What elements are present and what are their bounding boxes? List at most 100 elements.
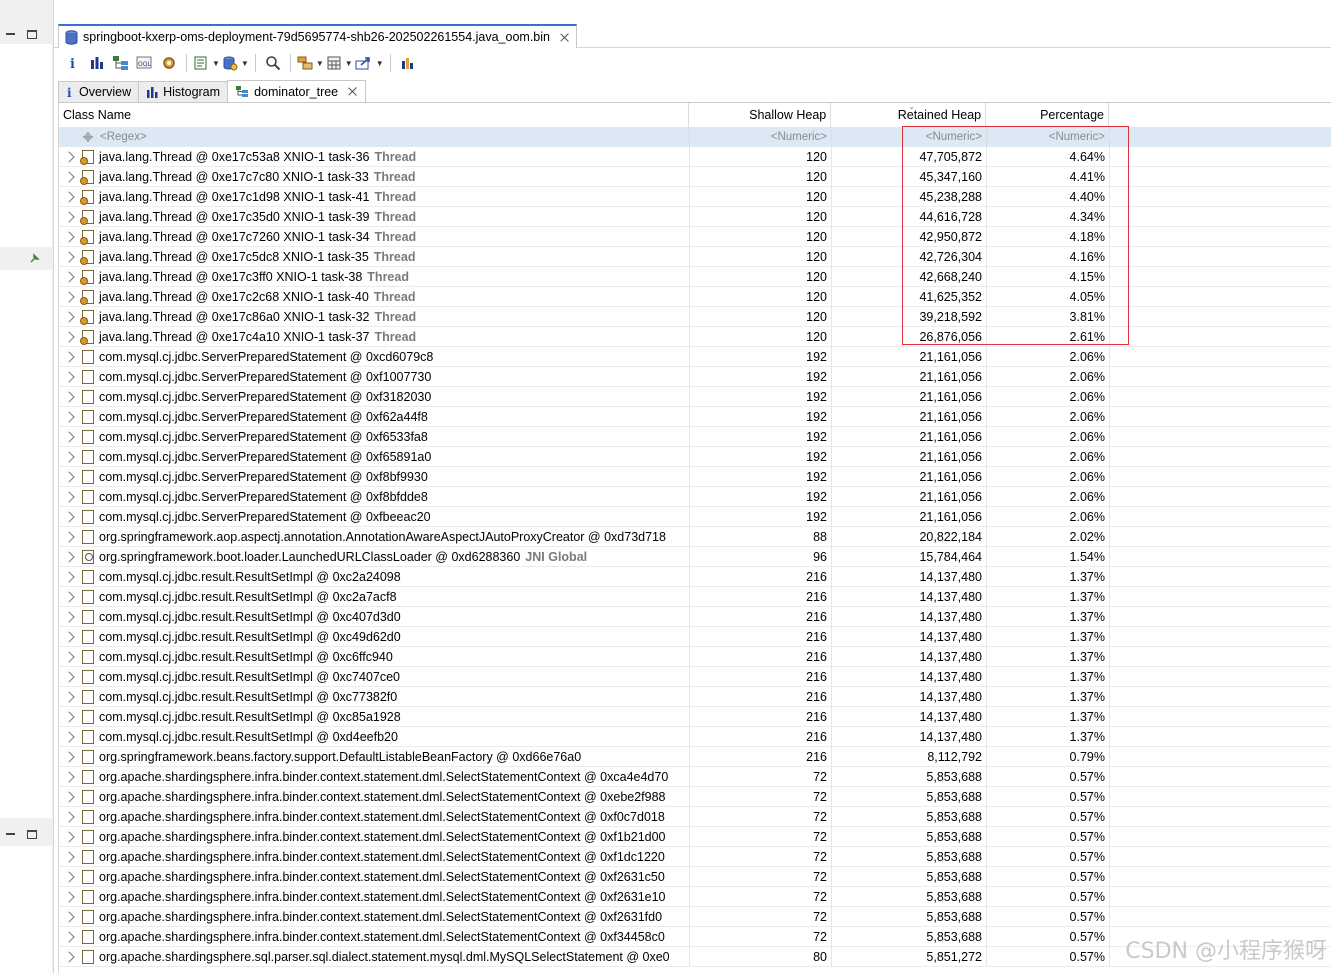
table-row[interactable]: com.mysql.cj.jdbc.result.ResultSetImpl @…	[59, 627, 1331, 647]
expand-chevron-icon[interactable]	[63, 530, 75, 543]
table-row[interactable]: java.lang.Thread @ 0xe17c53a8 XNIO-1 tas…	[59, 147, 1331, 167]
expand-chevron-icon[interactable]	[63, 710, 75, 723]
table-row[interactable]: org.apache.shardingsphere.infra.binder.c…	[59, 767, 1331, 787]
table-row[interactable]: java.lang.Thread @ 0xe17c7c80 XNIO-1 tas…	[59, 167, 1331, 187]
table-row[interactable]: com.mysql.cj.jdbc.ServerPreparedStatemen…	[59, 347, 1331, 367]
shallow-heap-filter[interactable]: <Numeric>	[690, 127, 832, 147]
column-header-retained-heap[interactable]: ⌄ Retained Heap	[831, 103, 987, 127]
thread-overview-button[interactable]	[158, 52, 180, 74]
group-by-button[interactable]: ▼	[297, 52, 324, 74]
table-row[interactable]: com.mysql.cj.jdbc.ServerPreparedStatemen…	[59, 487, 1331, 507]
table-row[interactable]: com.mysql.cj.jdbc.result.ResultSetImpl @…	[59, 727, 1331, 747]
expand-chevron-icon[interactable]	[63, 230, 75, 243]
table-row[interactable]: com.mysql.cj.jdbc.result.ResultSetImpl @…	[59, 567, 1331, 587]
dropdown-arrow-icon[interactable]: ▼	[345, 59, 353, 68]
table-row[interactable]: com.mysql.cj.jdbc.result.ResultSetImpl @…	[59, 667, 1331, 687]
expand-chevron-icon[interactable]	[63, 250, 75, 263]
table-row[interactable]: java.lang.Thread @ 0xe17c7260 XNIO-1 tas…	[59, 227, 1331, 247]
dropdown-arrow-icon[interactable]: ▼	[376, 59, 384, 68]
expand-chevron-icon[interactable]	[63, 630, 75, 643]
calculate-retained-button[interactable]: ▼	[326, 52, 353, 74]
table-row[interactable]: java.lang.Thread @ 0xe17c86a0 XNIO-1 tas…	[59, 307, 1331, 327]
table-row[interactable]: org.springframework.aop.aspectj.annotati…	[59, 527, 1331, 547]
table-row[interactable]: com.mysql.cj.jdbc.ServerPreparedStatemen…	[59, 387, 1331, 407]
expand-chevron-icon[interactable]	[63, 550, 75, 563]
dropdown-arrow-icon[interactable]: ▼	[316, 59, 324, 68]
table-row[interactable]: com.mysql.cj.jdbc.ServerPreparedStatemen…	[59, 407, 1331, 427]
search-button[interactable]	[262, 52, 284, 74]
table-row[interactable]: com.mysql.cj.jdbc.result.ResultSetImpl @…	[59, 687, 1331, 707]
run-report-button[interactable]: ▼	[193, 52, 220, 74]
expand-chevron-icon[interactable]	[63, 150, 75, 163]
pin-icon[interactable]	[30, 253, 40, 263]
expand-chevron-icon[interactable]	[63, 790, 75, 803]
table-row[interactable]: java.lang.Thread @ 0xe17c3ff0 XNIO-1 tas…	[59, 267, 1331, 287]
table-row[interactable]: com.mysql.cj.jdbc.result.ResultSetImpl @…	[59, 647, 1331, 667]
histogram-button[interactable]	[86, 52, 108, 74]
expand-chevron-icon[interactable]	[63, 310, 75, 323]
table-row[interactable]: org.apache.shardingsphere.infra.binder.c…	[59, 887, 1331, 907]
close-icon[interactable]	[347, 86, 358, 97]
table-row[interactable]: org.apache.shardingsphere.infra.binder.c…	[59, 907, 1331, 927]
table-row[interactable]: java.lang.Thread @ 0xe17c35d0 XNIO-1 tas…	[59, 207, 1331, 227]
expand-chevron-icon[interactable]	[63, 670, 75, 683]
query-browser-button[interactable]: ▼	[222, 52, 249, 74]
heap-dump-editor-tab[interactable]: springboot-kxerp-oms-deployment-79d56957…	[58, 24, 577, 48]
table-row[interactable]: java.lang.Thread @ 0xe17c4a10 XNIO-1 tas…	[59, 327, 1331, 347]
table-row[interactable]: com.mysql.cj.jdbc.ServerPreparedStatemen…	[59, 367, 1331, 387]
expand-chevron-icon[interactable]	[63, 950, 75, 963]
expand-chevron-icon[interactable]	[63, 510, 75, 523]
percentage-filter[interactable]: <Numeric>	[987, 127, 1110, 147]
expand-chevron-icon[interactable]	[63, 730, 75, 743]
expand-chevron-icon[interactable]	[63, 750, 75, 763]
table-row[interactable]: com.mysql.cj.jdbc.result.ResultSetImpl @…	[59, 607, 1331, 627]
table-row[interactable]: java.lang.Thread @ 0xe17c5dc8 XNIO-1 tas…	[59, 247, 1331, 267]
expand-chevron-icon[interactable]	[63, 850, 75, 863]
expand-chevron-icon[interactable]	[63, 910, 75, 923]
expand-chevron-icon[interactable]	[63, 490, 75, 503]
expand-chevron-icon[interactable]	[63, 890, 75, 903]
overview-button[interactable]: i	[62, 52, 84, 74]
minimize-icon[interactable]	[6, 33, 15, 35]
expand-chevron-icon[interactable]	[63, 290, 75, 303]
expand-chevron-icon[interactable]	[63, 870, 75, 883]
table-row[interactable]: com.mysql.cj.jdbc.result.ResultSetImpl @…	[59, 707, 1331, 727]
tab-histogram[interactable]: Histogram	[138, 81, 229, 102]
expand-chevron-icon[interactable]	[63, 930, 75, 943]
expand-chevron-icon[interactable]	[63, 430, 75, 443]
minimize-icon[interactable]	[6, 833, 15, 835]
expand-chevron-icon[interactable]	[63, 830, 75, 843]
expand-chevron-icon[interactable]	[63, 470, 75, 483]
table-row[interactable]: com.mysql.cj.jdbc.ServerPreparedStatemen…	[59, 467, 1331, 487]
column-header-percentage[interactable]: Percentage	[986, 103, 1110, 127]
close-icon[interactable]	[559, 32, 570, 43]
dropdown-arrow-icon[interactable]: ▼	[212, 59, 220, 68]
column-header-shallow-heap[interactable]: Shallow Heap	[689, 103, 832, 127]
tab-dominator-tree[interactable]: dominator_tree	[227, 80, 367, 102]
tab-overview[interactable]: i Overview	[58, 81, 140, 102]
expand-chevron-icon[interactable]	[63, 190, 75, 203]
table-row[interactable]: org.apache.shardingsphere.infra.binder.c…	[59, 787, 1331, 807]
heap-dump-overview-button[interactable]	[397, 52, 419, 74]
expand-chevron-icon[interactable]	[63, 610, 75, 623]
expand-chevron-icon[interactable]	[63, 810, 75, 823]
expand-chevron-icon[interactable]	[63, 410, 75, 423]
expand-chevron-icon[interactable]	[63, 210, 75, 223]
table-row[interactable]: org.apache.shardingsphere.infra.binder.c…	[59, 827, 1331, 847]
maximize-icon[interactable]	[27, 829, 37, 839]
expand-chevron-icon[interactable]	[63, 270, 75, 283]
retained-heap-filter[interactable]: <Numeric>	[832, 127, 987, 147]
expand-chevron-icon[interactable]	[63, 370, 75, 383]
table-row[interactable]: java.lang.Thread @ 0xe17c1d98 XNIO-1 tas…	[59, 187, 1331, 207]
oql-button[interactable]: OQL	[134, 52, 156, 74]
expand-chevron-icon[interactable]	[63, 330, 75, 343]
expand-chevron-icon[interactable]	[63, 590, 75, 603]
dropdown-arrow-icon[interactable]: ▼	[241, 59, 249, 68]
table-row[interactable]: org.springframework.beans.factory.suppor…	[59, 747, 1331, 767]
export-button[interactable]: ▼	[355, 52, 384, 74]
expand-chevron-icon[interactable]	[63, 650, 75, 663]
table-row[interactable]: com.mysql.cj.jdbc.result.ResultSetImpl @…	[59, 587, 1331, 607]
table-row[interactable]: org.springframework.boot.loader.Launched…	[59, 547, 1331, 567]
table-row[interactable]: org.apache.shardingsphere.infra.binder.c…	[59, 847, 1331, 867]
table-row[interactable]: java.lang.Thread @ 0xe17c2c68 XNIO-1 tas…	[59, 287, 1331, 307]
